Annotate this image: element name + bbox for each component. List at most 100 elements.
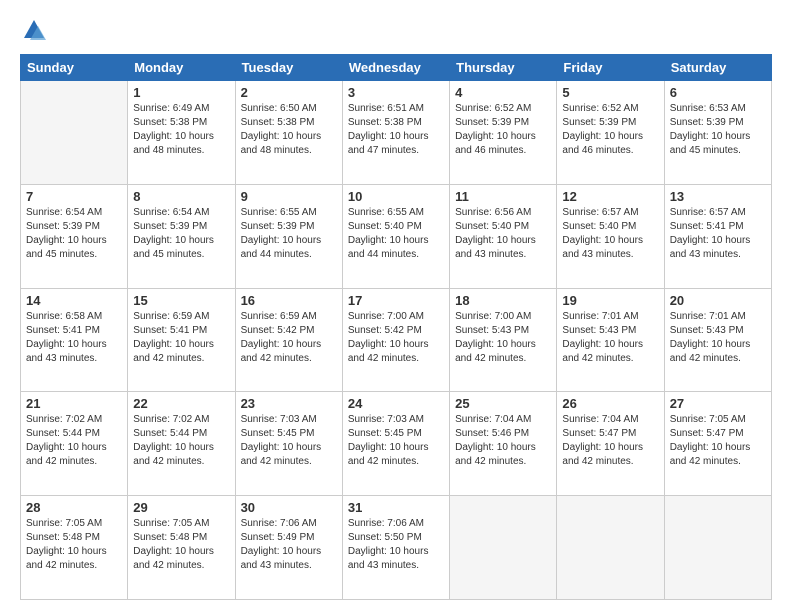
calendar-cell: 10 Sunrise: 6:55 AM Sunset: 5:40 PM Dayli… xyxy=(342,184,449,288)
cell-info: Sunrise: 6:55 AM Sunset: 5:40 PM Dayligh… xyxy=(348,206,444,262)
day-number: 16 xyxy=(241,293,337,308)
calendar-cell: 30 Sunrise: 7:06 AM Sunset: 5:49 PM Dayli… xyxy=(235,496,342,600)
calendar-cell: 8 Sunrise: 6:54 AM Sunset: 5:39 PM Daylig… xyxy=(128,184,235,288)
calendar-cell: 12 Sunrise: 6:57 AM Sunset: 5:40 PM Dayli… xyxy=(557,184,664,288)
cell-info: Sunrise: 7:06 AM Sunset: 5:49 PM Dayligh… xyxy=(241,517,337,573)
cell-info: Sunrise: 7:00 AM Sunset: 5:42 PM Dayligh… xyxy=(348,310,444,366)
day-number: 9 xyxy=(241,189,337,204)
day-number: 10 xyxy=(348,189,444,204)
calendar-week-row: 14Sunrise: 6:58 AM Sunset: 5:41 PM Dayli… xyxy=(21,288,772,392)
day-number: 5 xyxy=(562,85,658,100)
calendar-cell: 13Sunrise: 6:57 AM Sunset: 5:41 PM Dayli… xyxy=(664,184,771,288)
day-number: 12 xyxy=(562,189,658,204)
calendar-cell: 1Sunrise: 6:49 AM Sunset: 5:38 PM Daylig… xyxy=(128,81,235,185)
day-number: 15 xyxy=(133,293,229,308)
calendar-cell: 26 Sunrise: 7:04 AM Sunset: 5:47 PM Dayli… xyxy=(557,392,664,496)
cell-info: Sunrise: 7:02 AM Sunset: 5:44 PM Dayligh… xyxy=(133,413,229,469)
day-number: 8 xyxy=(133,189,229,204)
calendar-cell: 25 Sunrise: 7:04 AM Sunset: 5:46 PM Dayli… xyxy=(450,392,557,496)
calendar-cell: 18 Sunrise: 7:00 AM Sunset: 5:43 PM Dayli… xyxy=(450,288,557,392)
calendar-cell: 28 Sunrise: 7:05 AM Sunset: 5:48 PM Dayli… xyxy=(21,496,128,600)
calendar-week-row: 28 Sunrise: 7:05 AM Sunset: 5:48 PM Dayli… xyxy=(21,496,772,600)
day-number: 30 xyxy=(241,500,337,515)
cell-info: Sunrise: 7:00 AM Sunset: 5:43 PM Dayligh… xyxy=(455,310,551,366)
cell-info: Sunrise: 6:57 AM Sunset: 5:41 PM Dayligh… xyxy=(670,206,766,262)
calendar-cell: 19 Sunrise: 7:01 AM Sunset: 5:43 PM Dayli… xyxy=(557,288,664,392)
cell-info: Sunrise: 6:59 AM Sunset: 5:42 PM Dayligh… xyxy=(241,310,337,366)
calendar-cell: 21 Sunrise: 7:02 AM Sunset: 5:44 PM Dayli… xyxy=(21,392,128,496)
day-number: 31 xyxy=(348,500,444,515)
cell-info: Sunrise: 6:51 AM Sunset: 5:38 PM Dayligh… xyxy=(348,102,444,158)
day-number: 2 xyxy=(241,85,337,100)
calendar-cell: 31 Sunrise: 7:06 AM Sunset: 5:50 PM Dayli… xyxy=(342,496,449,600)
cell-info: Sunrise: 7:03 AM Sunset: 5:45 PM Dayligh… xyxy=(348,413,444,469)
cell-info: Sunrise: 6:54 AM Sunset: 5:39 PM Dayligh… xyxy=(133,206,229,262)
calendar-cell: 9 Sunrise: 6:55 AM Sunset: 5:39 PM Daylig… xyxy=(235,184,342,288)
cell-info: Sunrise: 7:06 AM Sunset: 5:50 PM Dayligh… xyxy=(348,517,444,573)
logo-icon xyxy=(20,16,48,44)
calendar-cell: 15 Sunrise: 6:59 AM Sunset: 5:41 PM Dayli… xyxy=(128,288,235,392)
cell-info: Sunrise: 6:53 AM Sunset: 5:39 PM Dayligh… xyxy=(670,102,766,158)
calendar-cell: 29 Sunrise: 7:05 AM Sunset: 5:48 PM Dayli… xyxy=(128,496,235,600)
day-number: 11 xyxy=(455,189,551,204)
cell-info: Sunrise: 7:03 AM Sunset: 5:45 PM Dayligh… xyxy=(241,413,337,469)
day-number: 25 xyxy=(455,396,551,411)
cell-info: Sunrise: 7:05 AM Sunset: 5:48 PM Dayligh… xyxy=(133,517,229,573)
calendar-cell: 2 Sunrise: 6:50 AM Sunset: 5:38 PM Daylig… xyxy=(235,81,342,185)
calendar-cell xyxy=(557,496,664,600)
day-number: 28 xyxy=(26,500,122,515)
calendar-header-row: SundayMondayTuesdayWednesdayThursdayFrid… xyxy=(21,55,772,81)
calendar-cell: 6 Sunrise: 6:53 AM Sunset: 5:39 PM Daylig… xyxy=(664,81,771,185)
day-number: 19 xyxy=(562,293,658,308)
logo xyxy=(20,16,52,44)
day-number: 23 xyxy=(241,396,337,411)
day-number: 6 xyxy=(670,85,766,100)
calendar-header-saturday: Saturday xyxy=(664,55,771,81)
cell-info: Sunrise: 7:04 AM Sunset: 5:47 PM Dayligh… xyxy=(562,413,658,469)
calendar-header-tuesday: Tuesday xyxy=(235,55,342,81)
calendar-cell xyxy=(21,81,128,185)
cell-info: Sunrise: 7:04 AM Sunset: 5:46 PM Dayligh… xyxy=(455,413,551,469)
calendar-cell: 22 Sunrise: 7:02 AM Sunset: 5:44 PM Dayli… xyxy=(128,392,235,496)
header xyxy=(20,16,772,44)
cell-info: Sunrise: 6:55 AM Sunset: 5:39 PM Dayligh… xyxy=(241,206,337,262)
calendar-cell: 23 Sunrise: 7:03 AM Sunset: 5:45 PM Dayli… xyxy=(235,392,342,496)
calendar-cell: 16 Sunrise: 6:59 AM Sunset: 5:42 PM Dayli… xyxy=(235,288,342,392)
calendar-cell: 11 Sunrise: 6:56 AM Sunset: 5:40 PM Dayli… xyxy=(450,184,557,288)
day-number: 26 xyxy=(562,396,658,411)
calendar-cell: 27 Sunrise: 7:05 AM Sunset: 5:47 PM Dayli… xyxy=(664,392,771,496)
calendar-week-row: 21 Sunrise: 7:02 AM Sunset: 5:44 PM Dayli… xyxy=(21,392,772,496)
calendar-week-row: 7 Sunrise: 6:54 AM Sunset: 5:39 PM Daylig… xyxy=(21,184,772,288)
calendar-header-monday: Monday xyxy=(128,55,235,81)
cell-info: Sunrise: 6:54 AM Sunset: 5:39 PM Dayligh… xyxy=(26,206,122,262)
day-number: 21 xyxy=(26,396,122,411)
cell-info: Sunrise: 6:56 AM Sunset: 5:40 PM Dayligh… xyxy=(455,206,551,262)
page: SundayMondayTuesdayWednesdayThursdayFrid… xyxy=(0,0,792,612)
cell-info: Sunrise: 6:50 AM Sunset: 5:38 PM Dayligh… xyxy=(241,102,337,158)
cell-info: Sunrise: 6:59 AM Sunset: 5:41 PM Dayligh… xyxy=(133,310,229,366)
calendar-header-wednesday: Wednesday xyxy=(342,55,449,81)
day-number: 3 xyxy=(348,85,444,100)
calendar-cell: 3 Sunrise: 6:51 AM Sunset: 5:38 PM Daylig… xyxy=(342,81,449,185)
day-number: 29 xyxy=(133,500,229,515)
day-number: 14 xyxy=(26,293,122,308)
cell-info: Sunrise: 6:57 AM Sunset: 5:40 PM Dayligh… xyxy=(562,206,658,262)
day-number: 22 xyxy=(133,396,229,411)
cell-info: Sunrise: 7:05 AM Sunset: 5:48 PM Dayligh… xyxy=(26,517,122,573)
day-number: 18 xyxy=(455,293,551,308)
day-number: 4 xyxy=(455,85,551,100)
day-number: 20 xyxy=(670,293,766,308)
cell-info: Sunrise: 7:01 AM Sunset: 5:43 PM Dayligh… xyxy=(562,310,658,366)
calendar-cell: 7 Sunrise: 6:54 AM Sunset: 5:39 PM Daylig… xyxy=(21,184,128,288)
calendar-header-friday: Friday xyxy=(557,55,664,81)
day-number: 1 xyxy=(133,85,229,100)
cell-info: Sunrise: 7:05 AM Sunset: 5:47 PM Dayligh… xyxy=(670,413,766,469)
calendar-cell xyxy=(450,496,557,600)
calendar-table: SundayMondayTuesdayWednesdayThursdayFrid… xyxy=(20,54,772,600)
calendar-cell: 5Sunrise: 6:52 AM Sunset: 5:39 PM Daylig… xyxy=(557,81,664,185)
calendar-cell: 14Sunrise: 6:58 AM Sunset: 5:41 PM Dayli… xyxy=(21,288,128,392)
day-number: 27 xyxy=(670,396,766,411)
cell-info: Sunrise: 7:02 AM Sunset: 5:44 PM Dayligh… xyxy=(26,413,122,469)
day-number: 7 xyxy=(26,189,122,204)
calendar-cell: 17Sunrise: 7:00 AM Sunset: 5:42 PM Dayli… xyxy=(342,288,449,392)
